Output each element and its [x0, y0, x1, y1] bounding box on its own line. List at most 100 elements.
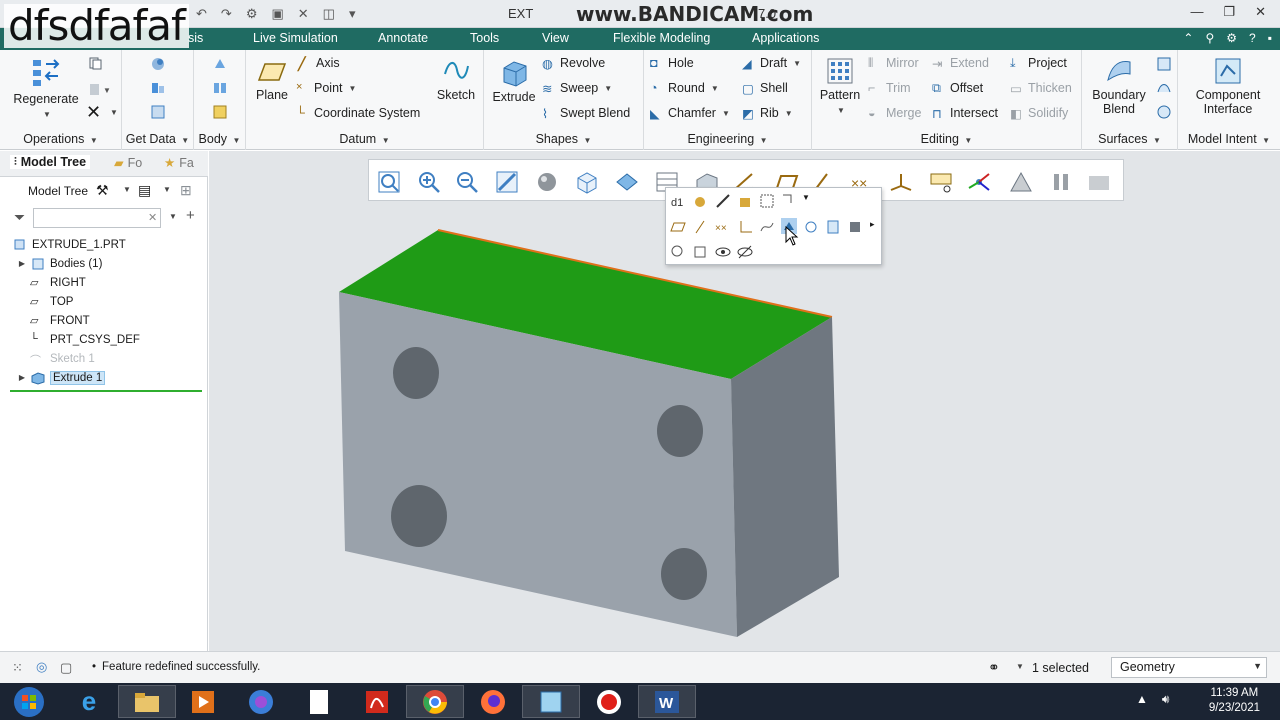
taskbar-bandicam[interactable]	[580, 685, 638, 718]
regenerate-button[interactable]: Regenerate ▼	[8, 56, 84, 120]
axis-filter-icon[interactable]	[692, 219, 708, 235]
view-manager-icon[interactable]	[615, 170, 639, 194]
extend-button[interactable]: ⇥ Extend	[932, 56, 989, 71]
help-icon[interactable]: ?	[1249, 31, 1256, 45]
group-label-engineering[interactable]: Engineering ▼	[644, 132, 811, 146]
display-style-icon[interactable]	[535, 170, 559, 194]
taskbar-ie[interactable]: e	[60, 685, 118, 718]
show-hidden-icons-icon[interactable]: ▲	[1136, 692, 1148, 707]
csys-filter-icon[interactable]	[737, 219, 753, 235]
undo-icon[interactable]: ↶	[196, 6, 207, 22]
axis-button[interactable]: ╱ Axis	[298, 56, 340, 71]
point-button[interactable]: × Point ▼	[296, 81, 356, 95]
taskbar-creo[interactable]	[522, 685, 580, 718]
tree-item-extrude[interactable]: ▶ Extrude 1	[0, 368, 208, 387]
edit-icon[interactable]	[715, 193, 731, 209]
swept-blend-button[interactable]: ⌇ Swept Blend	[542, 106, 630, 121]
copy-geometry-icon[interactable]	[150, 80, 166, 96]
taskbar-firefox-dev[interactable]	[232, 685, 290, 718]
refit-icon[interactable]	[377, 170, 401, 194]
intersect-button[interactable]: ⊓ Intersect	[932, 106, 998, 121]
show-icon[interactable]	[715, 244, 731, 260]
tree-filter-icon[interactable]: ⊞	[180, 182, 192, 199]
regenerate-graphics-icon[interactable]	[1087, 170, 1111, 194]
tag-icon[interactable]	[781, 193, 797, 209]
body-new-icon[interactable]	[212, 56, 228, 72]
clock[interactable]: 11:39 AM 9/23/2021	[1209, 686, 1260, 716]
search-help-icon[interactable]: ⚲	[1205, 31, 1214, 45]
insert-indicator[interactable]	[10, 390, 202, 392]
delete-icon[interactable]: ✕	[86, 102, 101, 123]
start-button[interactable]	[0, 685, 58, 718]
copy-icon[interactable]	[88, 56, 102, 70]
tree-item-part[interactable]: EXTRUDE_1.PRT	[0, 235, 208, 254]
shrinkwrap-icon[interactable]	[150, 104, 166, 120]
pause-icon[interactable]	[1049, 170, 1073, 194]
delete-dropdown-icon[interactable]: ▼	[110, 108, 118, 117]
trim-button[interactable]: ⌐ Trim	[868, 81, 911, 95]
search-input[interactable]	[33, 208, 161, 228]
group-label-shapes[interactable]: Shapes ▼	[484, 132, 643, 146]
shell-button[interactable]: ▢ Shell	[742, 81, 788, 96]
repaint-icon[interactable]	[495, 170, 519, 194]
expand-icon[interactable]: ▶	[16, 259, 28, 268]
minimize-icon[interactable]: —	[1190, 4, 1203, 20]
revolve-button[interactable]: ◍ Revolve	[542, 56, 605, 71]
sketch-filter-icon[interactable]	[803, 219, 819, 235]
tab-annotate[interactable]: Annotate	[378, 31, 470, 45]
style-surface-icon[interactable]	[1156, 80, 1172, 96]
group-label-datum[interactable]: Datum ▼	[246, 132, 483, 146]
group-label-editing[interactable]: Editing ▼	[812, 132, 1081, 146]
boundary-blend-button[interactable]: Boundary Blend	[1084, 56, 1154, 116]
taskbar-chrome[interactable]	[406, 685, 464, 718]
tab-live-simulation[interactable]: Live Simulation	[253, 31, 378, 45]
tab-model-tree[interactable]: ⫶ Model Tree	[10, 155, 91, 169]
browser-toggle-icon[interactable]: ◎	[36, 659, 47, 675]
customize-quick-icon[interactable]: ▾	[349, 6, 356, 22]
group-label-get-data[interactable]: Get Data ▼	[122, 132, 193, 146]
thicken-button[interactable]: ▭ Thicken	[1010, 81, 1072, 96]
restore-icon[interactable]: ❐	[1223, 4, 1235, 20]
tab-favorites[interactable]: ★ Fa	[164, 155, 194, 171]
tree-columns-icon[interactable]: ▤	[138, 182, 151, 199]
hole[interactable]	[393, 347, 439, 399]
taskbar-word[interactable]: W	[638, 685, 696, 718]
project-button[interactable]: ⤓ Project	[1010, 56, 1067, 70]
zoom-in-icon[interactable]	[417, 170, 441, 194]
taskbar-firefox[interactable]	[464, 685, 522, 718]
draft-button[interactable]: ◢ Draft ▼	[742, 56, 801, 71]
paste-icon[interactable]: ▼	[88, 82, 112, 96]
find-dropdown-icon[interactable]: ▼	[1016, 662, 1024, 671]
hole-button[interactable]: ◘ Hole	[650, 56, 694, 70]
find-icon[interactable]: ⚭	[988, 659, 1000, 676]
hole[interactable]	[391, 485, 447, 547]
clear-search-icon[interactable]: ✕	[148, 211, 157, 224]
pattern-button[interactable]: Pattern ▼	[816, 56, 864, 116]
taskbar-acrobat[interactable]	[348, 685, 406, 718]
view-box-icon[interactable]	[692, 244, 708, 260]
point-filter-icon[interactable]: ××	[715, 219, 731, 235]
coordinate-system-button[interactable]: └ Coordinate System	[296, 106, 420, 120]
freestyle-icon[interactable]	[1156, 104, 1172, 120]
curve-filter-icon[interactable]	[759, 219, 775, 235]
tree-item-front-plane[interactable]: ▱ FRONT	[0, 311, 208, 330]
tree-item-sketch[interactable]: ⌒ Sketch 1	[0, 349, 208, 368]
graphics-window[interactable]: ×× ×× d1 ▼ ×× ▸	[209, 151, 1280, 651]
plane-filter-icon[interactable]	[670, 219, 686, 235]
settings-icon[interactable]: ⚙	[1226, 31, 1237, 45]
ribbon-menu-icon[interactable]: ▪	[1268, 31, 1272, 45]
tree-columns-dropdown-icon[interactable]: ▼	[163, 185, 171, 194]
search-dropdown-icon[interactable]: ▼	[169, 212, 177, 221]
sketch-button[interactable]: Sketch	[432, 56, 480, 102]
hide-icon[interactable]	[737, 244, 753, 260]
chamfer-button[interactable]: ◣ Chamfer ▼	[650, 106, 730, 121]
tree-item-right-plane[interactable]: ▱ RIGHT	[0, 273, 208, 292]
hole[interactable]	[661, 548, 707, 600]
solidify-button[interactable]: ◧ Solidify	[1010, 106, 1068, 121]
tree-view-dropdown[interactable]: Model Tree	[28, 184, 88, 198]
spin-center-icon[interactable]	[967, 170, 991, 194]
annotation-display-icon[interactable]	[929, 170, 953, 194]
windows-icon[interactable]: ▣	[271, 6, 283, 22]
tab-view[interactable]: View	[542, 31, 613, 45]
appearance-icon[interactable]	[692, 193, 708, 209]
